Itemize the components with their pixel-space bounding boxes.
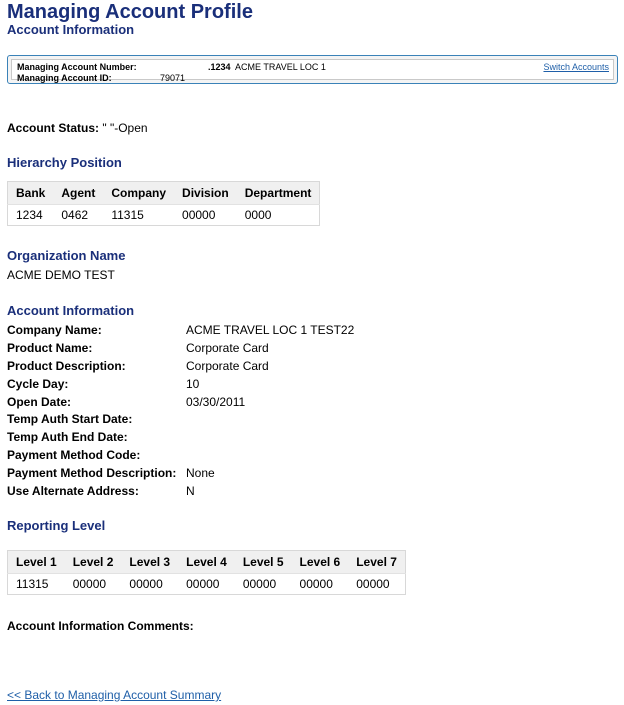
- account-id-value: 79071: [160, 73, 186, 83]
- info-value: None: [186, 466, 215, 481]
- hierarchy-col-department: Department: [236, 181, 320, 205]
- hierarchy-col-bank: Bank: [7, 181, 54, 205]
- hierarchy-department-value: 0000: [244, 208, 272, 222]
- page-title: Managing Account Profile: [7, 1, 253, 23]
- reporting-header-row: Level 1 Level 2 Level 3 Level 4 Level 5 …: [7, 550, 406, 574]
- info-label: Company Name:: [7, 323, 102, 337]
- info-label: Open Date:: [7, 394, 72, 409]
- hierarchy-bank-value: 1234: [16, 208, 43, 222]
- reporting-heading: Reporting Level: [7, 518, 106, 533]
- page: Managing Account Profile Account Informa…: [0, 0, 624, 705]
- reporting-col-level-7: Level 7: [348, 550, 406, 574]
- info-value: Corporate Card: [186, 340, 269, 355]
- hierarchy-division-value: 00000: [182, 208, 216, 222]
- info-value: ACME TRAVEL LOC 1 TEST22: [186, 323, 355, 337]
- reporting-col-level-5: Level 5: [234, 550, 292, 574]
- info-label: Payment Method Code:: [7, 448, 141, 463]
- table-row: 11315 00000 00000 00000 00000 00000 0000…: [8, 574, 406, 595]
- info-value: Corporate Card: [186, 358, 269, 373]
- account-status: Account Status: " "-Open: [7, 121, 148, 135]
- account-id-label: Managing Account ID:: [17, 73, 112, 83]
- reporting-table: Level 1 Level 2 Level 3 Level 4 Level 5 …: [7, 550, 406, 595]
- hierarchy-table: Bank Agent Company Division Department 1…: [7, 181, 321, 226]
- reporting-col-level-3: Level 3: [121, 550, 179, 574]
- info-value: 10: [186, 376, 200, 391]
- organization-heading: Organization Name: [7, 248, 126, 263]
- info-label: Payment Method Description:: [7, 466, 177, 481]
- table-row: 1234 0462 11315 00000 0000: [8, 205, 320, 226]
- account-number-value: .1234 ACME TRAVEL LOC 1: [208, 62, 326, 72]
- account-comments-label: Account Information Comments:: [7, 619, 194, 633]
- info-value: N: [186, 484, 195, 499]
- info-label: Temp Auth End Date:: [7, 430, 128, 445]
- hierarchy-header-row: Bank Agent Company Division Department: [7, 181, 320, 205]
- reporting-level-4-value: 00000: [186, 577, 220, 591]
- account-number: .1234: [208, 62, 231, 72]
- reporting-col-level-6: Level 6: [291, 550, 349, 574]
- reporting-level-2-value: 00000: [72, 577, 107, 591]
- page-subtitle: Account Information: [7, 22, 135, 37]
- back-to-summary-link[interactable]: << Back to Managing Account Summary: [7, 688, 221, 702]
- reporting-col-level-1: Level 1: [7, 550, 65, 574]
- hierarchy-company-value: 11315: [111, 208, 144, 222]
- info-value: 03/30/2011: [186, 394, 246, 409]
- info-label: Product Description:: [7, 358, 126, 373]
- switch-accounts-link[interactable]: Switch Accounts: [543, 62, 609, 72]
- account-name: ACME TRAVEL LOC 1: [235, 62, 326, 72]
- hierarchy-heading: Hierarchy Position: [7, 155, 122, 170]
- managing-account-inner: Managing Account Number: .1234 ACME TRAV…: [11, 59, 614, 83]
- info-label: Temp Auth Start Date:: [7, 412, 133, 427]
- reporting-level-6-value: 00000: [299, 577, 333, 591]
- reporting-col-level-4: Level 4: [178, 550, 235, 574]
- account-info-heading: Account Information: [7, 303, 135, 318]
- reporting-col-level-2: Level 2: [64, 550, 122, 574]
- info-label: Product Name:: [7, 340, 93, 355]
- account-status-value: " "-Open: [102, 121, 148, 135]
- managing-account-box: Managing Account Number: .1234 ACME TRAV…: [7, 55, 618, 84]
- reporting-level-3-value: 00000: [129, 577, 163, 591]
- reporting-level-5-value: 00000: [242, 577, 277, 591]
- reporting-level-1-value: 11315: [16, 577, 49, 591]
- hierarchy-col-agent: Agent: [53, 181, 104, 205]
- reporting-level-7-value: 00000: [356, 577, 390, 591]
- account-number-label: Managing Account Number:: [17, 62, 137, 72]
- hierarchy-agent-value: 0462: [61, 208, 89, 222]
- hierarchy-col-division: Division: [174, 181, 237, 205]
- info-label: Use Alternate Address:: [7, 484, 139, 499]
- hierarchy-col-company: Company: [103, 181, 175, 205]
- organization-name: ACME DEMO TEST: [7, 268, 115, 282]
- info-label: Cycle Day:: [7, 376, 69, 391]
- account-status-label: Account Status:: [7, 121, 100, 135]
